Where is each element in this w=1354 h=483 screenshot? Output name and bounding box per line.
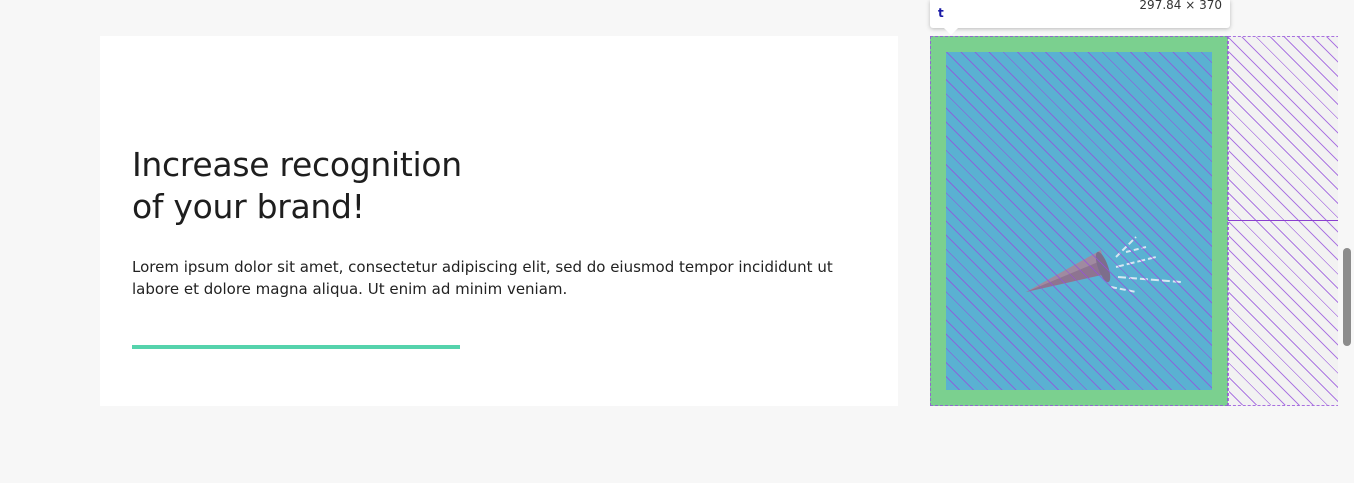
headline-line-2: of your brand! (132, 187, 365, 226)
sibling-divider (1228, 220, 1354, 221)
headline-line-1: Increase recognition (132, 145, 462, 184)
margin-outline (930, 36, 1228, 406)
sibling-hatch-pattern (1229, 37, 1353, 405)
scrollbar-thumb[interactable] (1343, 248, 1351, 346)
inspected-element-overlay (930, 36, 1354, 406)
tooltip-dimensions: 297.84 × 370 (1139, 0, 1222, 12)
feature-card: Increase recognition of your brand! Lore… (100, 36, 898, 406)
body-text: Lorem ipsum dolor sit amet, consectetur … (132, 258, 833, 298)
scrollbar-track[interactable] (1338, 0, 1354, 483)
tooltip-element-name: t (938, 6, 944, 20)
headline: Increase recognition of your brand! (132, 144, 462, 228)
sibling-element-highlight (1228, 36, 1354, 406)
accent-bar (132, 345, 460, 349)
inspector-tooltip: t 297.84 × 370 (930, 0, 1230, 35)
